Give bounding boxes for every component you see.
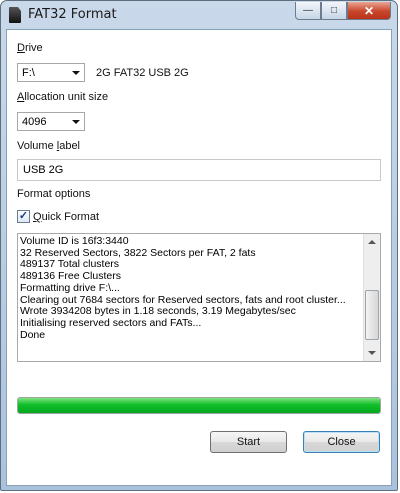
drive-select-value: F:\ [22,67,35,79]
log-line: Initialising reserved sectors and FATs..… [20,316,202,329]
minimize-button[interactable]: — [295,2,321,20]
minimize-icon: — [303,5,313,16]
chevron-down-icon [72,71,80,75]
title-bar[interactable]: FAT32 Format — □ ✕ [1,1,397,29]
checkmark-icon: ✓ [18,210,29,222]
format-progress-bar [17,397,381,414]
dialog-client-area: Drive F:\ 2G FAT32 USB 2G Allocation uni… [6,29,392,486]
window-title: FAT32 Format [28,7,117,22]
log-line: Volume ID is 16f3:3440 [20,235,129,247]
log-output[interactable]: Volume ID is 16f3:3440 32 Reserved Secto… [17,233,381,362]
allocation-unit-value: 4096 [22,116,47,128]
maximize-icon: □ [330,5,338,16]
log-line: Formatting drive F:\... [20,281,120,294]
arrow-up-icon [368,240,376,244]
quick-format-label[interactable]: Quick Format [33,211,99,223]
volume-label-caption: Volume label [17,140,80,152]
drive-select[interactable]: F:\ [17,63,85,82]
start-button[interactable]: Start [210,431,287,453]
quick-format-checkbox[interactable]: ✓ [17,210,30,223]
log-lines: Volume ID is 16f3:3440 32 Reserved Secto… [20,235,360,341]
allocation-unit-select[interactable]: 4096 [17,112,85,131]
format-options-label: Format options [17,188,91,200]
drive-info: 2G FAT32 USB 2G [96,67,189,79]
close-button[interactable]: Close [303,431,380,453]
progress-fill [18,398,380,413]
scroll-thumb[interactable] [365,290,379,340]
log-line: Done [20,328,46,341]
close-icon: ✕ [363,3,375,18]
fat32-format-window: FAT32 Format — □ ✕ Drive F:\ 2G FAT32 US… [0,0,398,491]
allocation-unit-label: Allocation unit size [17,91,109,103]
scroll-down-button[interactable] [364,345,380,361]
scroll-up-button[interactable] [364,234,380,250]
maximize-button[interactable]: □ [321,2,347,20]
arrow-down-icon [368,351,376,355]
drive-label: Drive [17,42,43,54]
volume-label-input[interactable]: USB 2G [17,159,381,181]
chevron-down-icon [72,120,80,124]
caption-buttons: — □ ✕ [295,2,391,20]
app-icon [9,7,21,23]
log-scrollbar[interactable] [363,234,380,361]
close-window-button[interactable]: ✕ [347,2,391,20]
